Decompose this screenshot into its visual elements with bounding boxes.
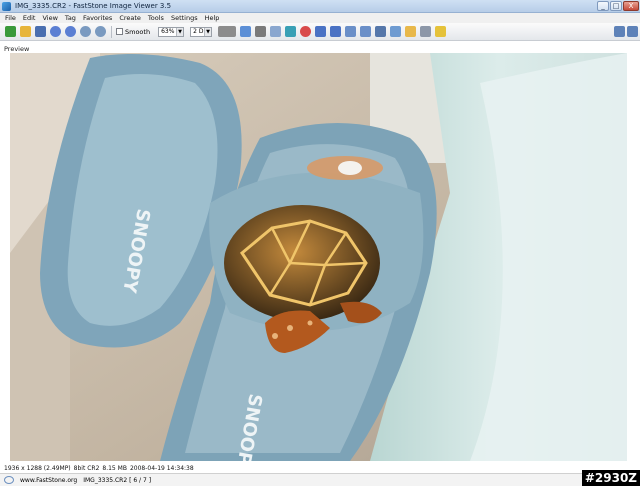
maximize-button[interactable]: □ <box>610 1 622 11</box>
window-controls: _ □ X <box>597 1 639 11</box>
image-info-bar: 1936 x 1288 (2.49MP) 8bit CR2 8.15 MB 20… <box>0 463 640 473</box>
app-icon <box>2 1 11 11</box>
slideshow-icon[interactable] <box>360 26 372 37</box>
mode-select[interactable]: 2 D ▼ <box>190 26 213 37</box>
smooth-checkbox[interactable] <box>116 28 123 35</box>
zoom-out-icon[interactable] <box>95 26 106 37</box>
watermark-badge: #2930Z <box>581 470 640 486</box>
photo-image: SNOOPY SNOOPY <box>10 53 627 461</box>
zoom-select[interactable]: 63% ▼ <box>158 26 185 37</box>
datetime-text: 2008-04-19 14:34:38 <box>129 464 194 472</box>
size-text: 8.15 MB <box>102 464 127 472</box>
menu-view[interactable]: View <box>42 14 57 22</box>
zoom-value: 63% <box>161 28 175 35</box>
format-text: 8bit CR2 <box>73 464 100 472</box>
menu-create[interactable]: Create <box>119 14 141 22</box>
chevron-down-icon: ▼ <box>176 27 184 36</box>
layout-buttons <box>614 26 638 37</box>
menu-favorites[interactable]: Favorites <box>83 14 112 22</box>
menu-bar: File Edit View Tag Favorites Create Tool… <box>0 13 640 23</box>
next-icon[interactable] <box>65 26 76 37</box>
website-link[interactable]: www.FastStone.org <box>20 477 77 484</box>
mode-value: 2 D <box>193 28 204 35</box>
toolbar: Smooth 63% ▼ 2 D ▼ <box>0 23 640 41</box>
redeye-icon[interactable] <box>300 26 312 37</box>
toolbar-separator <box>111 25 112 38</box>
close-button[interactable]: X <box>623 1 639 11</box>
window-title: IMG_3335.CR2 - FastStone Image Viewer 3.… <box>15 2 172 10</box>
compare-icon[interactable] <box>345 26 357 37</box>
info-icon[interactable] <box>375 26 387 37</box>
minimize-button[interactable]: _ <box>597 1 609 11</box>
rotate-icon[interactable] <box>240 26 252 37</box>
menu-tools[interactable]: Tools <box>148 14 164 22</box>
fit-icon[interactable] <box>218 26 237 37</box>
status-bar: www.FastStone.org IMG_3335.CR2 [ 6 / 7 ] <box>0 473 640 486</box>
resize-icon[interactable] <box>270 26 282 37</box>
menu-help[interactable]: Help <box>205 14 220 22</box>
save-icon[interactable] <box>35 26 46 37</box>
layout-icon[interactable] <box>614 26 625 37</box>
preview-label: Preview <box>4 45 30 53</box>
color-icon[interactable] <box>285 26 297 37</box>
prev-icon[interactable] <box>50 26 61 37</box>
smooth-label: Smooth <box>125 27 151 36</box>
open-icon[interactable] <box>20 26 31 37</box>
image-viewport[interactable]: SNOOPY SNOOPY <box>10 53 627 461</box>
menu-file[interactable]: File <box>5 14 16 22</box>
dimensions-text: 1936 x 1288 (2.49MP) <box>4 464 71 472</box>
file-counter: IMG_3335.CR2 [ 6 / 7 ] <box>83 476 152 484</box>
menu-tag[interactable]: Tag <box>65 14 76 22</box>
crop-icon[interactable] <box>255 26 267 37</box>
undo-icon[interactable] <box>315 26 327 37</box>
browse-icon[interactable] <box>5 26 16 37</box>
wallpaper-icon[interactable] <box>435 26 447 37</box>
redo-icon[interactable] <box>330 26 342 37</box>
menu-settings[interactable]: Settings <box>171 14 198 22</box>
fullscreen-icon[interactable] <box>627 26 638 37</box>
title-bar: IMG_3335.CR2 - FastStone Image Viewer 3.… <box>0 0 640 13</box>
chevron-down-icon: ▼ <box>204 27 212 36</box>
print-icon[interactable] <box>420 26 432 37</box>
faststone-icon[interactable] <box>4 476 14 484</box>
email-icon[interactable] <box>390 26 402 37</box>
zoom-in-icon[interactable] <box>80 26 91 37</box>
folder-icon[interactable] <box>405 26 417 37</box>
menu-edit[interactable]: Edit <box>23 14 36 22</box>
